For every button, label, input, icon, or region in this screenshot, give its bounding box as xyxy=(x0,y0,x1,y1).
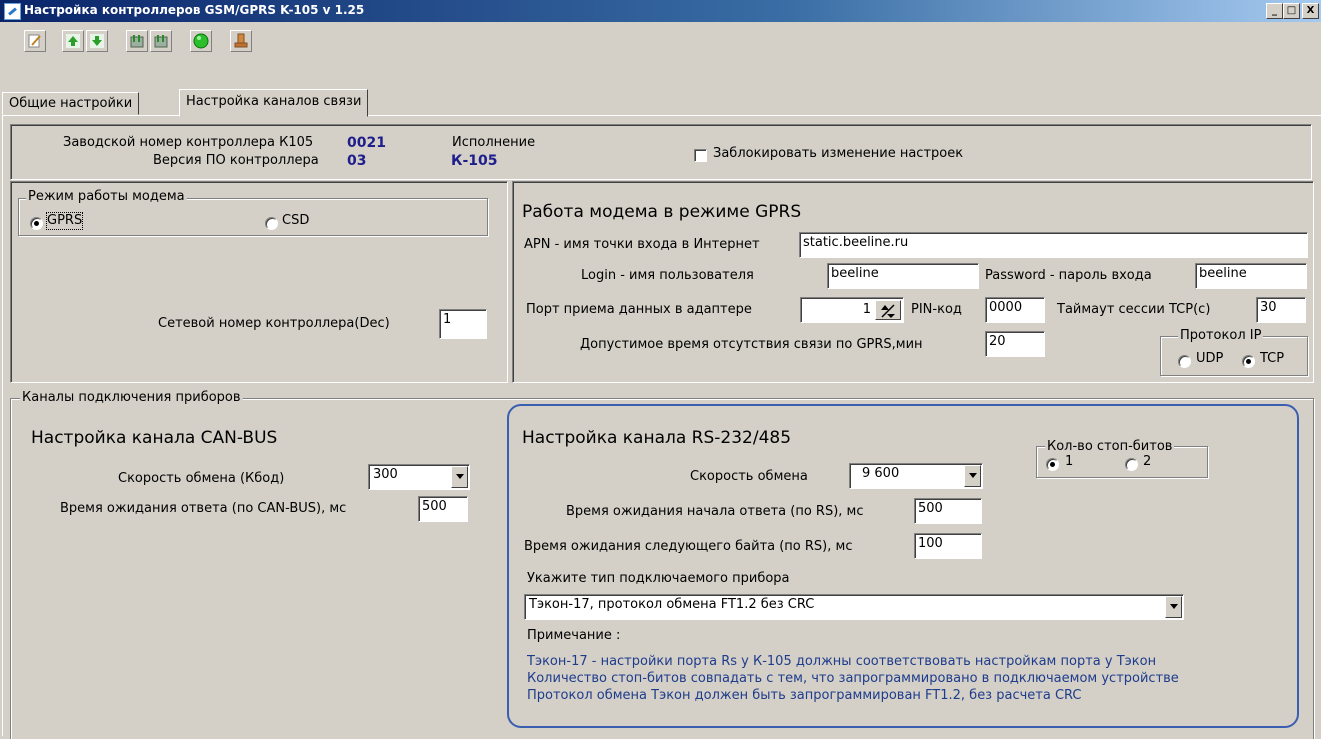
radio-stopbits-1[interactable] xyxy=(1046,458,1059,471)
lock-label: Заблокировать изменение настроек xyxy=(713,146,964,161)
can-wait-input[interactable]: 500 xyxy=(418,496,468,522)
device-out-icon[interactable] xyxy=(150,30,172,52)
login-label: Login - имя пользователя xyxy=(581,268,754,283)
port-value: 1 xyxy=(862,302,871,317)
device-value: Тэкон-17, протокол обмена FT1.2 без CRC xyxy=(529,597,815,612)
port-spinner[interactable]: 1 xyxy=(800,297,904,323)
can-speed-label: Скорость обмена (Кбод) xyxy=(118,471,285,486)
can-speed-select[interactable]: 300 xyxy=(368,464,470,490)
radio-tcp[interactable] xyxy=(1242,355,1255,368)
maximize-button[interactable]: □ xyxy=(1283,3,1300,19)
rs-wait-start-label: Время ожидания начала ответа (по RS), мс xyxy=(566,504,864,519)
serial-label: Заводской номер контроллера К105 xyxy=(63,135,314,150)
radio-gprs[interactable] xyxy=(30,217,43,230)
can-title: Настройка канала CAN-BUS xyxy=(31,428,278,448)
pin-input[interactable]: 0000 xyxy=(985,297,1045,323)
radio-gprs-label: GPRS xyxy=(45,212,84,230)
device-in-icon[interactable] xyxy=(126,30,148,52)
chevron-down-icon[interactable] xyxy=(1165,596,1182,618)
note-line-3: Протокол обмена Тэкон должен быть запрог… xyxy=(527,688,1082,703)
rs-wait-next-input[interactable]: 100 xyxy=(914,533,982,559)
password-label: Password - пароль входа xyxy=(985,268,1152,283)
rs-speed-select[interactable]: 9 600 xyxy=(849,463,983,489)
protocol-legend: Протокол IP xyxy=(1178,328,1264,343)
chevron-down-icon[interactable] xyxy=(964,465,981,487)
lock-checkbox[interactable] xyxy=(694,149,707,162)
firmware-value: 03 xyxy=(347,153,367,169)
radio-stopbits-1-label: 1 xyxy=(1065,454,1074,469)
arrow-down-icon[interactable] xyxy=(86,30,108,52)
variant-label: Исполнение xyxy=(452,135,536,150)
device-label: Укажите тип подключаемого прибора xyxy=(527,571,790,586)
modem-mode-legend: Режим работы модема xyxy=(26,189,187,204)
rs-title: Настройка канала RS-232/485 xyxy=(522,428,792,448)
net-number-input[interactable]: 1 xyxy=(439,309,487,339)
allowed-time-input[interactable]: 20 xyxy=(985,331,1045,357)
tab-channels-label: Настройка каналов связи xyxy=(186,94,362,109)
radio-udp[interactable] xyxy=(1178,355,1191,368)
allowed-time-label: Допустимое время отсутствия связи по GPR… xyxy=(580,337,923,352)
apn-input[interactable]: static.beeline.ru xyxy=(799,232,1308,258)
stopbits-legend: Кол-во стоп-битов xyxy=(1045,439,1175,454)
info-panel: Заводской номер контроллера К105 0021 Ве… xyxy=(10,124,1312,180)
radio-csd[interactable] xyxy=(265,217,278,230)
timeout-label: Таймаут сессии TCP(c) xyxy=(1057,302,1211,317)
chevron-down-icon[interactable] xyxy=(451,466,468,488)
radio-tcp-label: TCP xyxy=(1260,351,1285,366)
stamp-icon[interactable] xyxy=(230,30,252,52)
app-icon xyxy=(4,3,21,20)
serial-value: 0021 xyxy=(347,135,386,151)
green-circle-icon[interactable] xyxy=(190,30,212,52)
device-select[interactable]: Тэкон-17, протокол обмена FT1.2 без CRC xyxy=(524,594,1184,620)
note-line-2: Количество стоп-битов совпадать с тем, ч… xyxy=(527,671,1179,686)
minimize-button[interactable]: _ xyxy=(1266,3,1283,19)
login-input[interactable]: beeline xyxy=(827,263,979,289)
window-title: Настройка контроллеров GSM/GPRS K-105 v … xyxy=(24,3,365,17)
can-speed-value: 300 xyxy=(373,467,398,482)
note-label: Примечание : xyxy=(527,628,621,643)
net-number-label: Сетевой номер контроллера(Dec) xyxy=(158,316,390,331)
radio-stopbits-2-label: 2 xyxy=(1143,454,1152,469)
tab-general-label: Общие настройки xyxy=(9,96,133,111)
password-input[interactable]: beeline xyxy=(1195,263,1307,289)
rs-speed-value: 9 600 xyxy=(862,466,900,481)
spinner-arrows-icon[interactable] xyxy=(875,300,901,320)
timeout-input[interactable]: 30 xyxy=(1256,297,1306,323)
firmware-label: Версия ПО контроллера xyxy=(153,153,319,168)
port-label: Порт приема данных в адаптере xyxy=(526,302,752,317)
radio-udp-label: UDP xyxy=(1196,351,1224,366)
gprs-title: Работа модема в режиме GPRS xyxy=(522,202,802,222)
close-button[interactable]: X xyxy=(1302,3,1319,19)
arrow-up-icon[interactable] xyxy=(62,30,84,52)
rs-wait-start-input[interactable]: 500 xyxy=(914,498,982,524)
radio-stopbits-2[interactable] xyxy=(1125,458,1138,471)
variant-value: К-105 xyxy=(451,153,498,169)
radio-csd-label: CSD xyxy=(282,213,310,228)
pin-label: PIN-код xyxy=(911,302,962,317)
title-bar: Настройка контроллеров GSM/GPRS K-105 v … xyxy=(0,0,1321,22)
tab-channels[interactable]: Настройка каналов связи xyxy=(179,89,369,117)
apn-label: APN - имя точки входа в Интернет xyxy=(524,237,760,252)
note-line-1: Тэкон-17 - настройки порта Rs у К-105 до… xyxy=(527,654,1157,669)
can-wait-label: Время ожидания ответа (по CAN-BUS), мс xyxy=(60,501,347,516)
tab-general[interactable]: Общие настройки xyxy=(2,92,140,115)
rs-speed-label: Скорость обмена xyxy=(690,469,808,484)
channels-legend: Каналы подключения приборов xyxy=(20,390,243,405)
rs-wait-next-label: Время ожидания следующего байта (по RS),… xyxy=(524,539,853,554)
edit-icon[interactable] xyxy=(24,30,46,52)
